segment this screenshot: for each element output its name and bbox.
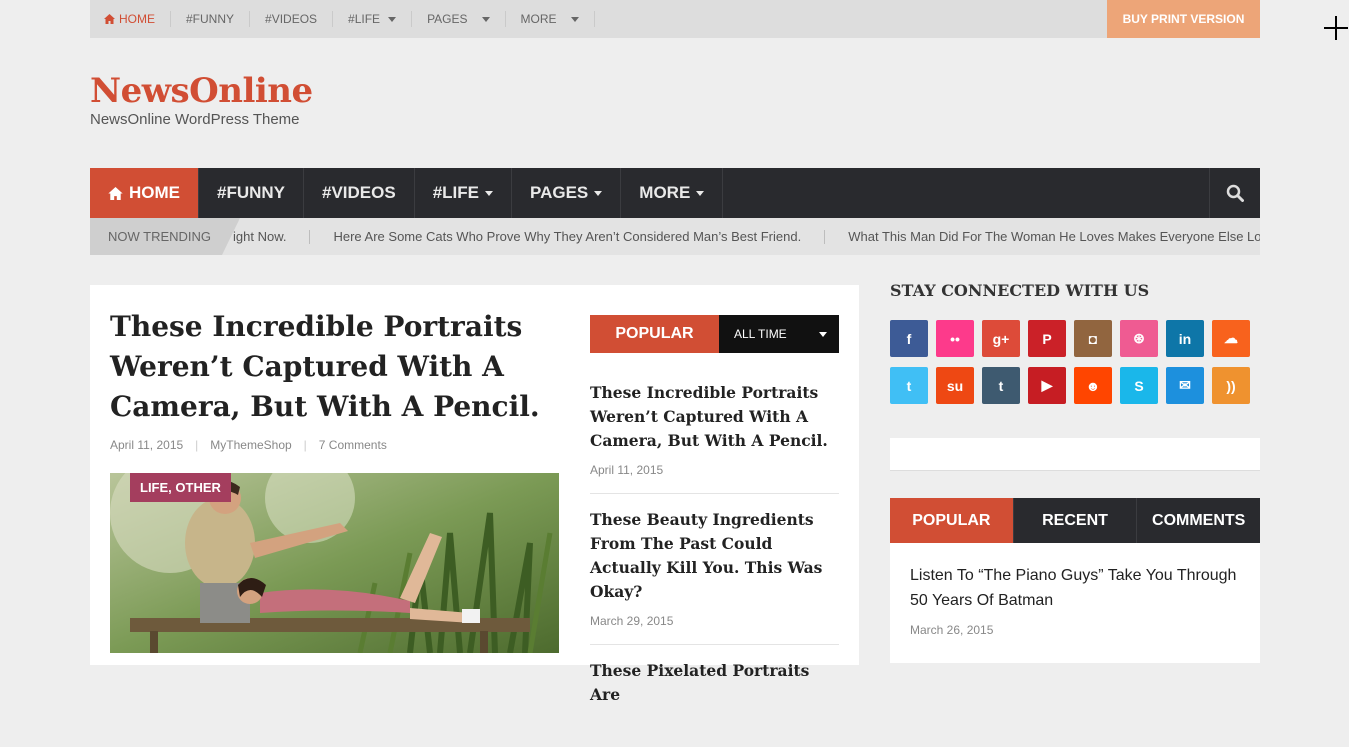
nav-item-life[interactable]: #Life [415,168,513,218]
instagram-icon[interactable]: ◘ [1074,320,1112,357]
popular-list: These Incredible Portraits Weren’t Captu… [590,381,839,747]
soundcloud-icon[interactable]: ☁ [1212,320,1250,357]
search-button[interactable] [1209,168,1260,218]
top-menu-home-label: Home [119,12,155,26]
site-tagline: NewsOnline WordPress Theme [90,111,300,128]
top-menu-videos[interactable]: #Videos [250,11,334,27]
popular-widget-header: Popular All Time [590,315,839,353]
featured-post-card: These Incredible Portraits Weren’t Captu… [90,285,859,704]
home-icon [108,186,123,200]
trending-item[interactable]: What This Man Did For The Woman He Loves… [825,229,1260,244]
buy-print-version-button[interactable]: Buy Print Version [1107,0,1260,38]
top-menu-home[interactable]: Home [90,11,171,27]
chevron-down-icon [485,190,494,196]
pinterest-icon[interactable]: P [1028,320,1066,357]
nav-item-home-label: Home [129,183,180,202]
twitter-icon[interactable]: t [890,367,928,404]
tab-popular[interactable]: Popular [890,498,1014,543]
chevron-down-icon [388,16,397,22]
tab-item-date: March 26, 2015 [910,623,994,637]
nav-item-funny[interactable]: #Funny [199,168,305,218]
flickr-icon[interactable]: •• [936,320,974,357]
main-menu: Home #Funny #Videos #Life Pages More [90,168,1260,218]
site-logo[interactable]: NewsOnline NewsOnline WordPress Theme [90,70,313,128]
site-title[interactable]: NewsOnline [90,70,313,112]
top-menu-more[interactable]: More [506,11,595,27]
top-menu-pages[interactable]: Pages [412,11,506,27]
nav-item-more[interactable]: More [621,168,724,218]
nav-item-videos[interactable]: #Videos [304,168,415,218]
top-menu-life[interactable]: #Life [333,11,413,27]
popular-item-title[interactable]: These Beauty Ingredients From The Past C… [590,508,839,604]
top-menu-more-label: More [520,12,557,26]
popular-item-date: March 29, 2015 [590,614,674,628]
popular-item-title[interactable]: These Pixelated Portraits Are [590,659,839,707]
rss-icon[interactable]: )) [1212,367,1250,404]
list-item: These Incredible Portraits Weren’t Captu… [590,381,839,494]
tumblr-icon[interactable]: t [982,367,1020,404]
top-menu-life-label: #Life [348,12,381,26]
search-icon [1226,184,1244,202]
post-date: April 11, 2015 [110,438,184,452]
post-comments[interactable]: 7 Comments [319,438,387,452]
top-menu-videos-label: #Videos [265,12,318,26]
top-menu-funny-label: #Funny [186,12,235,26]
post-meta: April 11, 2015 | MyThemeShop | 7 Comment… [110,438,387,452]
tab-recent[interactable]: Recent [1014,498,1138,543]
meta-separator: | [195,438,199,452]
reddit-icon[interactable]: ☻ [1074,367,1112,404]
list-item: These Beauty Ingredients From The Past C… [590,508,839,645]
trending-bar: Now Trending ight Now. Here Are Some Cat… [90,218,1260,255]
sidebar-tab-content: Listen To “The Piano Guys” Take You Thro… [890,543,1260,663]
time-range-value: All Time [734,327,787,341]
post-thumbnail[interactable]: Life, Other [110,473,559,653]
tab-item-title[interactable]: Listen To “The Piano Guys” Take You Thro… [910,563,1240,613]
chevron-down-icon [819,331,827,337]
nav-item-pages-label: Pages [530,183,589,202]
stay-connected-title: Stay Connected With Us [890,281,1150,300]
popular-item-title[interactable]: These Incredible Portraits Weren’t Captu… [590,381,839,453]
skype-icon[interactable]: S [1120,367,1158,404]
category-badge[interactable]: Life, Other [130,473,231,502]
linkedin-icon[interactable]: in [1166,320,1204,357]
meta-separator: | [303,438,307,452]
top-menu-pages-label: Pages [427,12,468,26]
youtube-icon[interactable]: ▶ [1028,367,1066,404]
chevron-down-icon [696,190,705,196]
nav-item-videos-label: #Videos [322,183,396,202]
list-item: These Pixelated Portraits Are [590,659,839,733]
top-menu-funny[interactable]: #Funny [171,11,251,27]
nav-item-life-label: #Life [432,183,480,202]
trending-label: Now Trending [90,218,240,255]
dribbble-icon[interactable]: ⊛ [1120,320,1158,357]
post-title[interactable]: These Incredible Portraits Weren’t Captu… [110,307,550,427]
chevron-down-icon [594,190,603,196]
stumbleupon-icon[interactable]: su [936,367,974,404]
trending-ticker: ight Now. Here Are Some Cats Who Prove W… [210,218,1260,255]
nav-item-more-label: More [639,183,691,202]
popular-item-date: April 11, 2015 [590,463,664,477]
popular-tab[interactable]: Popular [590,315,719,353]
sidebar-tabs: Popular Recent Comments [890,498,1260,543]
social-icons: f •• g+ P ◘ ⊛ in ☁ t su t ▶ ☻ S ✉)) [890,320,1260,404]
home-icon [104,14,115,24]
facebook-icon[interactable]: f [890,320,928,357]
chevron-down-icon [570,16,579,22]
crosshair-cursor-icon [1324,16,1348,40]
tab-comments[interactable]: Comments [1137,498,1260,543]
nav-item-pages[interactable]: Pages [512,168,622,218]
chevron-down-icon [481,16,490,22]
main-navigation: Home #Funny #Videos #Life Pages More [90,168,1260,218]
nav-item-home[interactable]: Home [90,168,199,218]
trending-item[interactable]: Here Are Some Cats Who Prove Why They Ar… [310,229,826,244]
top-bar: Home #Funny #Videos #Life Pages More Buy… [90,0,1260,38]
top-menu: Home #Funny #Videos #Life Pages More [90,0,1260,38]
post-author[interactable]: MyThemeShop [210,438,291,452]
email-icon[interactable]: ✉ [1166,367,1204,404]
sidebar-empty-widget [890,438,1260,471]
time-range-select[interactable]: All Time [719,315,839,353]
google-plus-icon[interactable]: g+ [982,320,1020,357]
nav-item-funny-label: #Funny [217,183,286,202]
